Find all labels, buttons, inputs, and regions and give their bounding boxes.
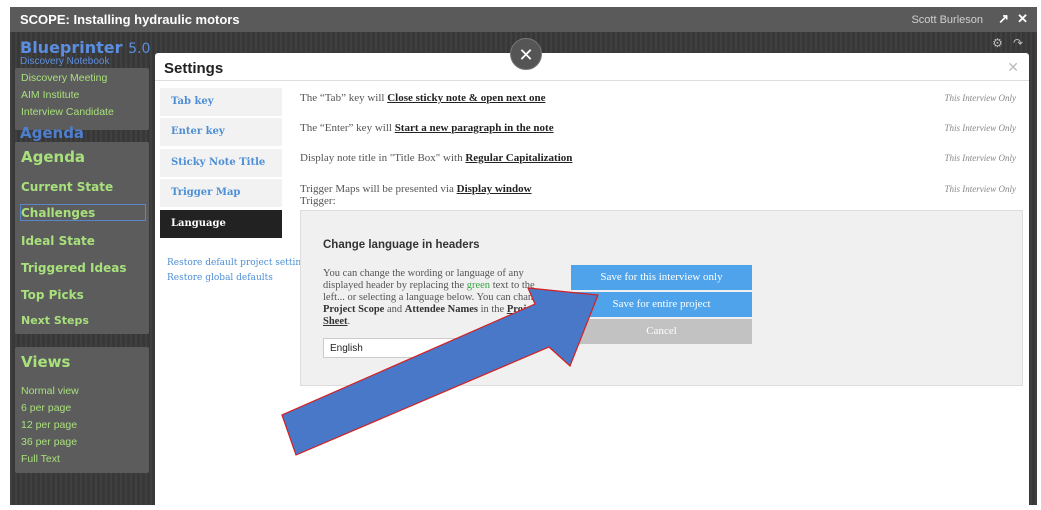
- agenda-item-current-state[interactable]: Current State: [21, 180, 113, 194]
- title-box-value-link[interactable]: Regular Capitalization: [465, 152, 572, 164]
- row-label: Display note title in "Title Box" with: [300, 152, 466, 164]
- board-toolbar: ⚙ ↷: [992, 36, 1023, 50]
- agenda-item-top-picks[interactable]: Top Picks: [21, 288, 84, 302]
- agenda-item-next-steps[interactable]: Next Steps: [21, 314, 89, 327]
- user-name[interactable]: Scott Burleson: [911, 14, 983, 26]
- trigger-map-value-link[interactable]: Display window: [457, 183, 532, 195]
- view-6-per-page[interactable]: 6 per page: [21, 402, 71, 414]
- window-title: SCOPE: Installing hydraulic motors: [20, 12, 240, 27]
- tab-enter-key[interactable]: Enter key: [160, 118, 282, 146]
- agenda-heading: Agenda: [21, 148, 86, 166]
- row-scope: This Interview Only: [944, 93, 1017, 103]
- agenda-panel: Agenda Current State Challenges Ideal St…: [15, 142, 149, 334]
- dialog-close-icon[interactable]: ✕: [1007, 59, 1019, 76]
- meeting-panel: Discovery Meeting AIM Institute Intervie…: [15, 68, 149, 130]
- gear-icon[interactable]: ⚙: [992, 36, 1003, 50]
- row-label: The “Tab” key will: [300, 92, 388, 104]
- views-heading: Views: [21, 353, 71, 371]
- setting-row-trigger-map: Trigger Maps will be presented via Displ…: [300, 183, 1016, 207]
- restore-project-settings-link[interactable]: Restore default project settings: [167, 258, 312, 268]
- save-entire-project-button[interactable]: Save for entire project: [571, 292, 752, 317]
- language-heading: Change language in headers: [323, 239, 480, 251]
- row-label: The “Enter” key will: [300, 122, 395, 134]
- redo-icon[interactable]: ↷: [1013, 36, 1023, 50]
- view-normal[interactable]: Normal view: [21, 385, 79, 397]
- view-12-per-page[interactable]: 12 per page: [21, 419, 77, 431]
- row-scope: This Interview Only: [944, 123, 1017, 133]
- tab-sticky-note-title-box[interactable]: Sticky Note Title Box: [160, 149, 282, 196]
- agenda-item-challenges[interactable]: Challenges: [21, 206, 95, 220]
- view-36-per-page[interactable]: 36 per page: [21, 436, 77, 448]
- title-divider: [155, 80, 1029, 81]
- tab-trigger-map[interactable]: Trigger Map: [160, 179, 282, 207]
- cancel-button[interactable]: Cancel: [571, 319, 752, 344]
- language-select-value: English: [330, 343, 363, 354]
- tab-key-value-link[interactable]: Close sticky note & open next one: [387, 92, 545, 104]
- brand-subtitle: Discovery Notebook: [20, 56, 110, 67]
- tab-language[interactable]: Language: [160, 210, 282, 238]
- setting-row-tab-key: The “Tab” key will Close sticky note & o…: [300, 92, 1016, 104]
- row-scope: This Interview Only: [944, 153, 1017, 163]
- agenda-item-ideal-state[interactable]: Ideal State: [21, 234, 95, 248]
- enter-key-value-link[interactable]: Start a new paragraph in the note: [395, 122, 554, 134]
- language-select[interactable]: English: [323, 338, 457, 358]
- meeting-attendee[interactable]: Interview Candidate: [21, 106, 114, 118]
- save-interview-only-button[interactable]: Save for this interview only: [571, 265, 752, 290]
- title-bar: SCOPE: Installing hydraulic motors Scott…: [10, 7, 1037, 32]
- agenda-label: Agenda: [20, 124, 85, 142]
- meeting-title[interactable]: Discovery Meeting: [21, 72, 107, 84]
- setting-row-title-box: Display note title in "Title Box" with R…: [300, 152, 1016, 164]
- brand-logo: Blueprinter 5.0: [20, 38, 151, 57]
- settings-title: Settings: [164, 60, 224, 77]
- language-description: You can change the wording or language o…: [323, 268, 559, 327]
- row-label: Trigger Maps will be presented via: [300, 183, 457, 195]
- agenda-item-triggered-ideas[interactable]: Triggered Ideas: [21, 261, 126, 275]
- setting-row-enter-key: The “Enter” key will Start a new paragra…: [300, 122, 1016, 134]
- overlay-close-icon[interactable]: ✕: [510, 38, 542, 70]
- tab-tab-key[interactable]: Tab key: [160, 88, 282, 116]
- settings-dialog: Settings ✕ Tab key Enter key Sticky Note…: [155, 53, 1029, 510]
- trigger-label: Trigger:: [300, 195, 336, 207]
- close-icon[interactable]: ✕: [1017, 11, 1028, 27]
- views-panel: Views Normal view 6 per page 12 per page…: [15, 347, 149, 473]
- popout-icon[interactable]: ↗: [998, 11, 1009, 27]
- view-full-text[interactable]: Full Text: [21, 453, 60, 465]
- meeting-org[interactable]: AIM Institute: [21, 89, 79, 101]
- row-scope: This Interview Only: [944, 184, 1017, 194]
- restore-global-defaults-link[interactable]: Restore global defaults: [167, 273, 273, 283]
